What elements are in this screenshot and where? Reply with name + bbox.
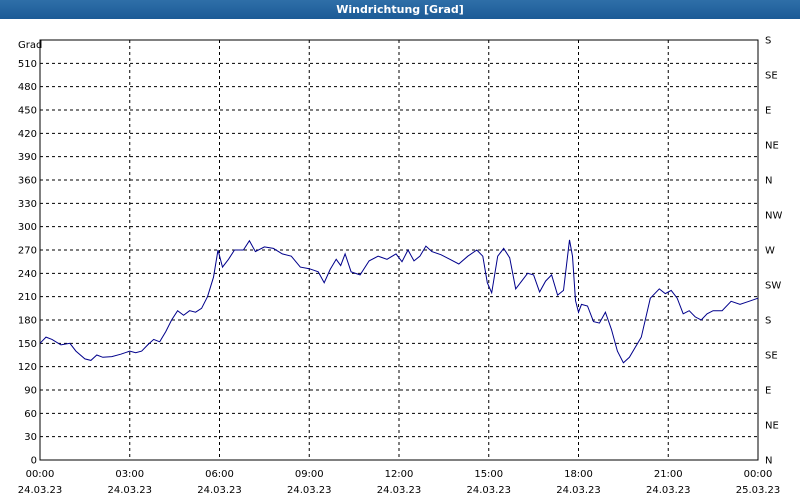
y-tick-label: 450 <box>18 106 37 117</box>
y-right-tick-label: N <box>765 456 772 467</box>
y-tick-label: 120 <box>18 362 37 373</box>
x-tick-date: 24.03.23 <box>287 485 332 496</box>
y-tick-label: 360 <box>18 176 37 187</box>
y-right-tick-label: S <box>765 316 771 327</box>
y-right-tick-label: NW <box>765 211 782 222</box>
series-line <box>39 239 759 364</box>
x-tick-time: 12:00 <box>385 469 414 480</box>
y-right-tick-label: W <box>765 246 775 257</box>
y-right-tick-label: SE <box>765 351 778 362</box>
y-right-tick-label: NE <box>765 421 779 432</box>
x-tick-date: 24.03.23 <box>377 485 422 496</box>
x-tick-date: 24.03.23 <box>556 485 601 496</box>
y-right-tick-label: N <box>765 176 772 187</box>
y-tick-label: 30 <box>24 432 37 443</box>
x-tick-time: 06:00 <box>205 469 234 480</box>
y-tick-label: 90 <box>24 386 37 397</box>
x-tick-date: 25.03.23 <box>736 485 781 496</box>
y-tick-label: 240 <box>18 269 37 280</box>
x-tick-date: 24.03.23 <box>107 485 152 496</box>
y-tick-label: 510 <box>18 59 37 70</box>
y-right-tick-label: SW <box>765 281 781 292</box>
x-tick-time: 00:00 <box>26 469 55 480</box>
x-tick-date: 24.03.23 <box>466 485 511 496</box>
y-tick-label: 0 <box>31 456 37 467</box>
x-tick-time: 15:00 <box>474 469 503 480</box>
y-tick-label: 270 <box>18 246 37 257</box>
y-tick-label: 420 <box>18 129 37 140</box>
y-tick-label: 60 <box>24 409 37 420</box>
wind-direction-chart: 0 30 60 90 120 150 180 210 240 270 300 330 360 390 420… <box>18 36 783 497</box>
y-right-tick-label: E <box>765 386 771 397</box>
y-tick-label: 150 <box>18 339 37 350</box>
y-tick-label: 390 <box>18 152 37 163</box>
y-tick-label: 180 <box>18 316 37 327</box>
y-right-tick-label: S <box>765 36 771 47</box>
y-tick-label: 300 <box>18 222 37 233</box>
x-tick-time: 09:00 <box>295 469 324 480</box>
x-tick-time: 18:00 <box>564 469 593 480</box>
x-tick-time: 03:00 <box>115 469 144 480</box>
y-right-tick-label: SE <box>765 71 778 82</box>
y-tick-label: 210 <box>18 292 37 303</box>
x-tick-date: 24.03.23 <box>197 485 242 496</box>
y-axis-label: Grad <box>18 40 42 51</box>
y-right-tick-label: NE <box>765 141 779 152</box>
x-tick-date: 24.03.23 <box>646 485 691 496</box>
x-tick-time: 00:00 <box>744 469 773 480</box>
chart-grid <box>40 40 758 460</box>
y-tick-label: 330 <box>18 199 37 210</box>
x-tick-date: 24.03.23 <box>18 485 63 496</box>
y-tick-label: 480 <box>18 82 37 93</box>
y-right-tick-label: E <box>765 106 771 117</box>
x-tick-time: 21:00 <box>654 469 683 480</box>
